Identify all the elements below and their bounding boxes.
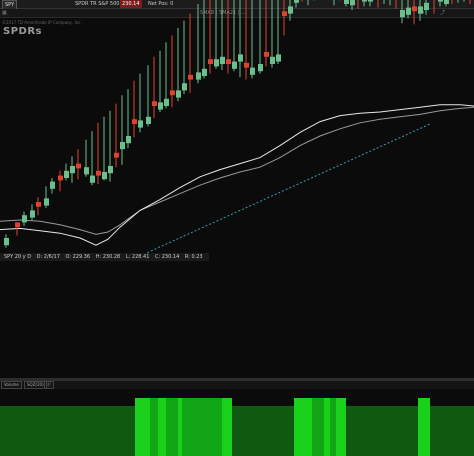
volume-bar (336, 398, 346, 456)
volume-bar (182, 398, 222, 456)
volume-bar (232, 406, 294, 456)
volume-bar (430, 406, 474, 456)
volume-bar (312, 398, 324, 456)
volume-bar (324, 398, 330, 456)
volume-bar (150, 398, 158, 456)
volume-bar (178, 398, 182, 456)
volume-bar (222, 398, 232, 456)
volume-bar (0, 406, 135, 456)
volume-bar (346, 406, 418, 456)
volume-bar (135, 398, 150, 456)
volume-bar (418, 398, 430, 456)
thinkorswim-chart-window: SPY SPDR TR S&P 500 ETF TR 230.14 Net Po… (0, 0, 474, 456)
volume-bar (166, 398, 178, 456)
volume-bar (294, 398, 312, 456)
volume-chart[interactable] (0, 0, 474, 456)
volume-bar (158, 398, 166, 456)
volume-bar (330, 398, 336, 456)
